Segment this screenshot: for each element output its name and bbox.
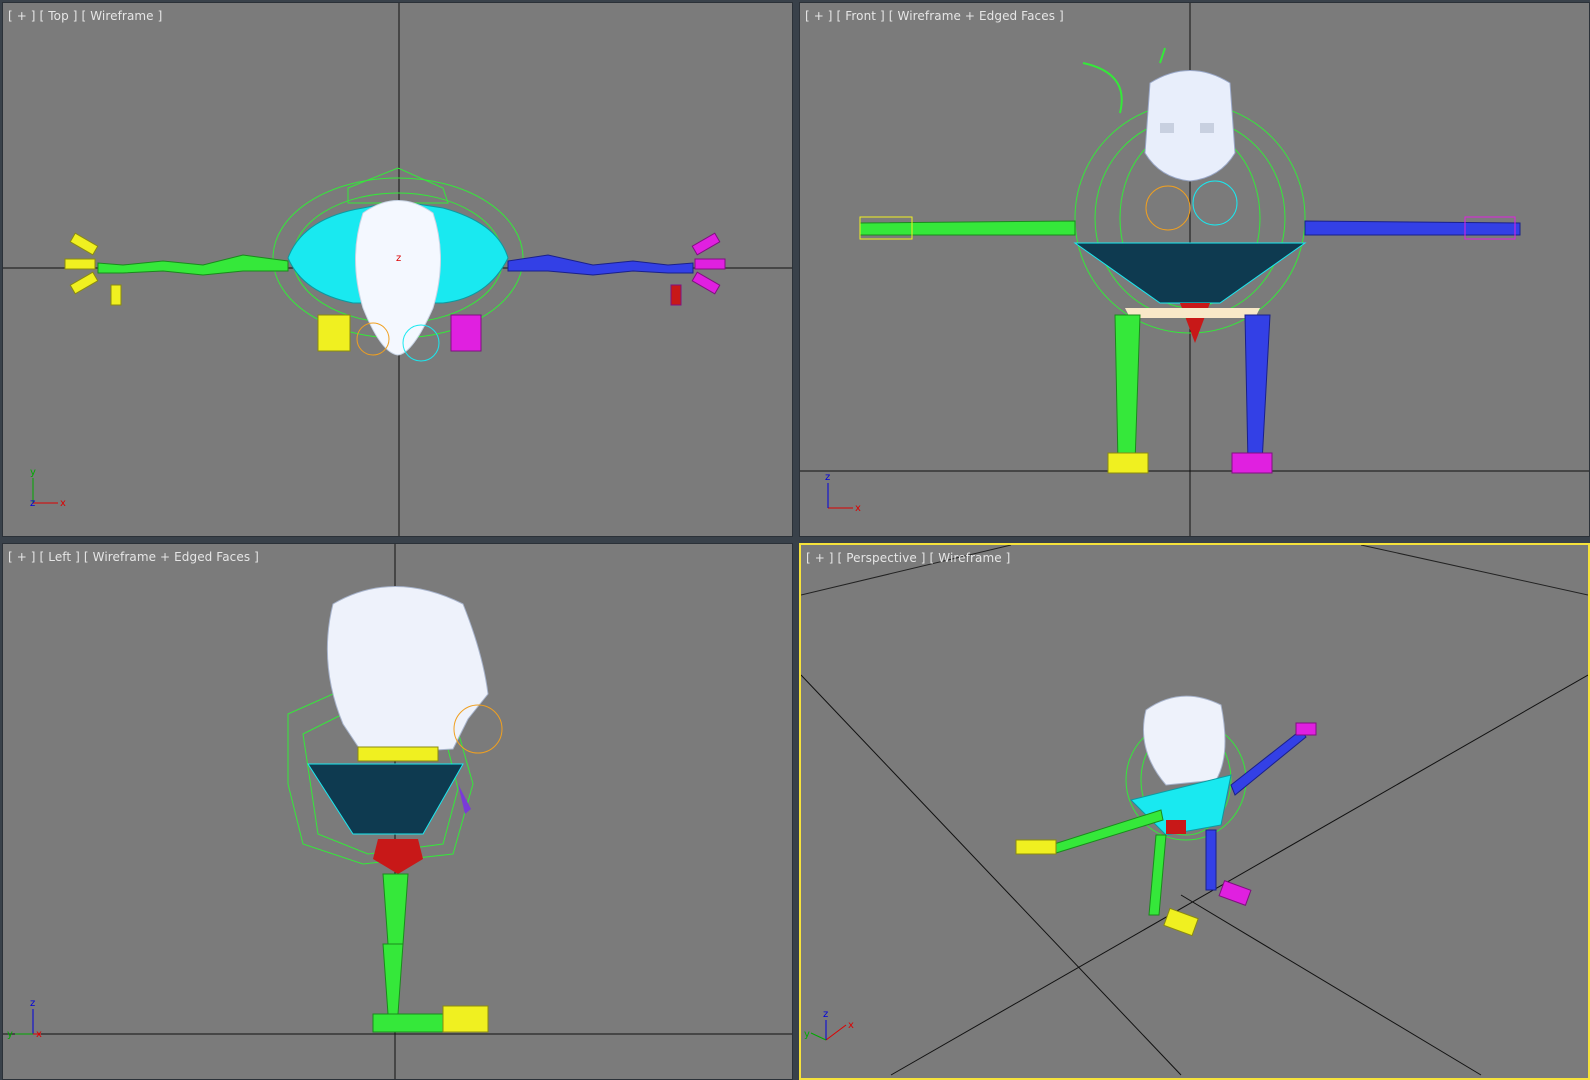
top-view-scene[interactable]: z x y z: [3, 3, 793, 537]
axis-tripod-top: x y z: [30, 467, 66, 509]
grid-line: [1360, 545, 1588, 596]
view-type-button[interactable]: [ Front ]: [837, 9, 885, 23]
pelvis-mesh: [1166, 820, 1186, 834]
pelvis-mesh: [373, 839, 423, 874]
view-type-button[interactable]: [ Left ]: [40, 550, 80, 564]
grid-line: [890, 674, 1588, 1076]
arm-right: [1304, 220, 1521, 236]
axis-tripod-front: x z: [825, 472, 861, 514]
viewport-left[interactable]: z y x [ + ] [ Left ] [ Wireframe + Edged F…: [2, 543, 793, 1080]
svg-text:y: y: [804, 1029, 810, 1040]
leg-left: [1114, 314, 1141, 464]
mouth-helper-right: [1192, 180, 1238, 226]
chest-mesh: [1073, 242, 1307, 304]
eye-right: [1200, 123, 1214, 133]
viewport-top[interactable]: z x y z [ + ] [ Top ] [ Wireframe ]: [2, 2, 793, 537]
grid-line: [801, 674, 1182, 1076]
viewport-label-front[interactable]: [ + ] [ Front ] [ Wireframe + Edged Faces …: [805, 9, 1068, 23]
viewport-label-perspective[interactable]: [ + ] [ Perspective ] [ Wireframe ]: [806, 551, 1014, 565]
shading-mode-button[interactable]: [ Wireframe ]: [930, 551, 1011, 565]
front-view-scene[interactable]: x z: [800, 3, 1590, 537]
eye-left: [1160, 123, 1174, 133]
left-view-scene[interactable]: z y x: [3, 544, 793, 1080]
arm-left: [97, 254, 289, 276]
foot-right: [1231, 452, 1273, 474]
head-mesh: [1144, 70, 1236, 182]
svg-text:z: z: [30, 498, 35, 509]
arm-right: [1230, 729, 1307, 796]
foot-right: [450, 314, 482, 352]
svg-text:x: x: [36, 1029, 42, 1040]
viewport-front[interactable]: x z [ + ] [ Front ] [ Wireframe + Edged Fa…: [799, 2, 1590, 537]
chest-mesh: [307, 763, 464, 835]
toe-yellow: [442, 1005, 489, 1033]
arm-right: [507, 254, 694, 276]
shading-mode-button[interactable]: [ Wireframe + Edged Faces ]: [889, 9, 1064, 23]
pivot-label: z: [396, 253, 401, 264]
arm-left: [1050, 809, 1164, 854]
viewport-menu-button[interactable]: [ + ]: [805, 9, 833, 23]
shading-mode-button[interactable]: [ Wireframe ]: [82, 9, 163, 23]
hip-bar: [1125, 308, 1260, 318]
viewport-label-top[interactable]: [ + ] [ Top ] [ Wireframe ]: [8, 9, 166, 23]
leg-left: [1148, 834, 1167, 916]
shin: [382, 943, 404, 1015]
view-type-button[interactable]: [ Top ]: [40, 9, 78, 23]
view-type-button[interactable]: [ Perspective ]: [838, 551, 926, 565]
foot-left: [1163, 907, 1199, 937]
arm-left: [859, 220, 1076, 236]
foot-left: [317, 314, 351, 352]
thigh: [382, 873, 409, 945]
head-mesh: [355, 200, 441, 356]
foot-left: [1107, 452, 1149, 474]
perspective-view-scene[interactable]: x z y: [801, 545, 1588, 1078]
leg-right: [1244, 314, 1271, 464]
viewport-menu-button[interactable]: [ + ]: [806, 551, 834, 565]
head-mesh: [326, 586, 489, 755]
axis-tripod-persp: x z y: [804, 1009, 854, 1041]
grid-line: [1180, 894, 1482, 1076]
neck-ring: [357, 746, 439, 762]
svg-text:x: x: [848, 1020, 854, 1031]
svg-text:z: z: [825, 472, 830, 483]
mouth-helper-left: [1145, 185, 1191, 231]
foot-green: [372, 1013, 444, 1033]
leg-right: [1205, 829, 1217, 891]
svg-text:y: y: [30, 467, 36, 478]
foot-right: [1218, 880, 1252, 906]
svg-text:y: y: [7, 1029, 13, 1040]
head-mesh: [1143, 695, 1226, 786]
viewport-menu-button[interactable]: [ + ]: [8, 550, 36, 564]
viewport-label-left[interactable]: [ + ] [ Left ] [ Wireframe + Edged Faces ]: [8, 550, 263, 564]
viewport-perspective[interactable]: x z y [ + ] [ Perspective ] [ Wireframe ]: [799, 543, 1590, 1080]
svg-text:z: z: [823, 1009, 828, 1020]
svg-text:x: x: [855, 503, 861, 514]
svg-text:z: z: [30, 998, 35, 1009]
antenna: [1082, 62, 1123, 114]
axis-tripod-left: z y x: [7, 998, 42, 1040]
shading-mode-button[interactable]: [ Wireframe + Edged Faces ]: [84, 550, 259, 564]
hand-right: [1295, 722, 1317, 736]
svg-text:x: x: [60, 498, 66, 509]
hand-left: [1015, 839, 1057, 855]
viewport-menu-button[interactable]: [ + ]: [8, 9, 36, 23]
